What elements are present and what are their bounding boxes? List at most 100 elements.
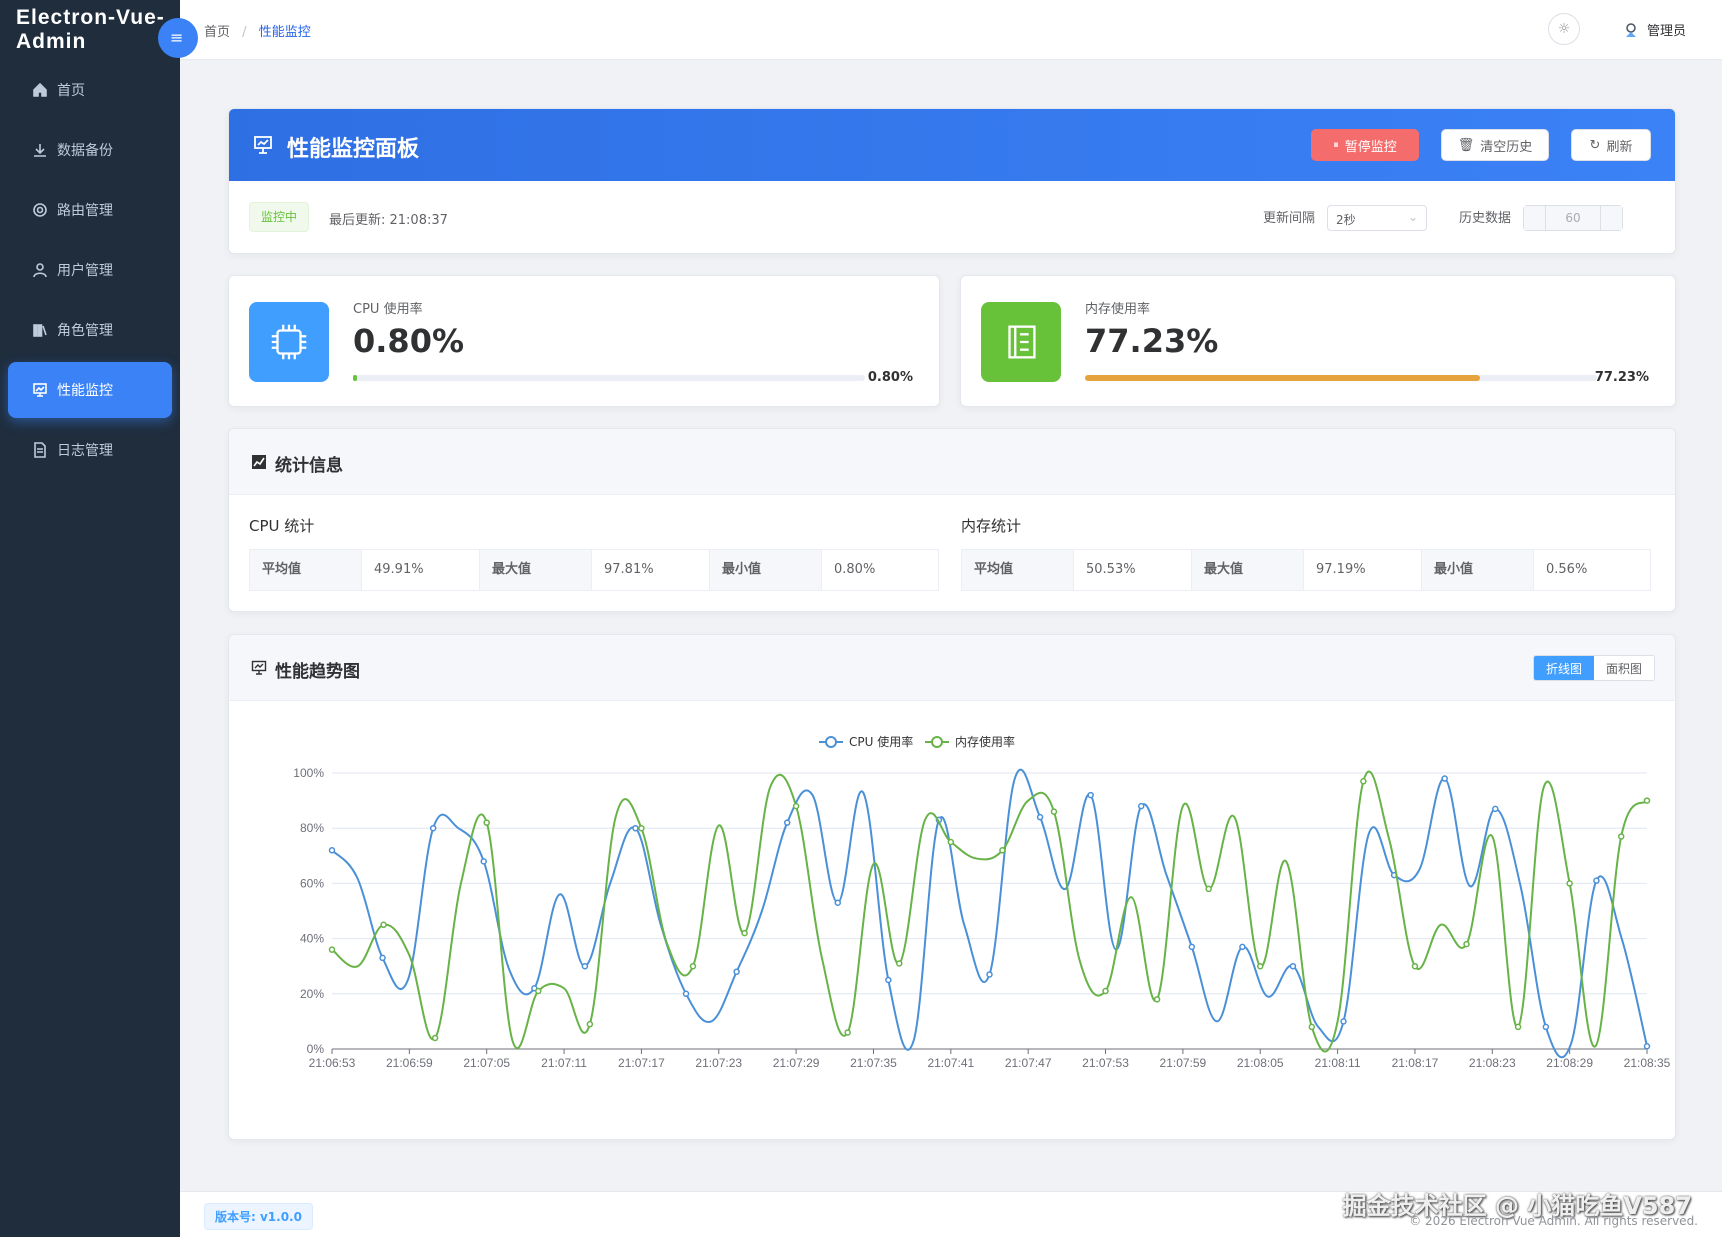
data-point bbox=[986, 971, 993, 978]
data-point bbox=[844, 1029, 851, 1036]
data-point bbox=[1188, 943, 1196, 951]
last-update-text: 最后更新: 21:08:37 bbox=[329, 213, 448, 228]
breadcrumb-home[interactable]: 首页 bbox=[204, 25, 230, 40]
memory-value: 77.23% bbox=[1085, 322, 1219, 360]
memory-progress-fill bbox=[1085, 375, 1481, 381]
memory-max-value: 97.19% bbox=[1304, 550, 1422, 590]
data-point bbox=[783, 819, 791, 826]
cpu-max-label: 最大值 bbox=[480, 550, 592, 590]
data-point bbox=[431, 1034, 439, 1042]
menu-fold-icon[interactable]: ≡ bbox=[158, 18, 198, 58]
memory-icon bbox=[981, 302, 1061, 382]
user-menu[interactable]: 管理员 bbox=[1623, 20, 1686, 39]
refresh-label: 刷新 bbox=[1606, 139, 1633, 155]
data-point bbox=[1050, 808, 1058, 815]
trend-card: 性能趋势图 折线图 面积图 0% 20% 40% 60% 80% 100% 21:06:53… bbox=[228, 634, 1676, 1140]
top-header: 首页 / 性能监控 ☼ 管理员 bbox=[180, 0, 1722, 60]
data-point bbox=[1514, 1023, 1522, 1031]
memory-label: 内存使用率 bbox=[1085, 302, 1151, 317]
status-badge: 监控中 bbox=[249, 202, 309, 232]
x-tick-label: 21:06:53 bbox=[309, 1056, 356, 1070]
sidebar-item-logs[interactable]: 日志管理 bbox=[8, 422, 172, 478]
sidebar-item-label: 首页 bbox=[57, 83, 85, 99]
sidebar-item-home[interactable]: 首页 bbox=[8, 62, 172, 118]
monitor-icon bbox=[251, 660, 267, 675]
sun-icon[interactable]: ☼ bbox=[1548, 13, 1580, 45]
data-point bbox=[999, 847, 1006, 854]
data-point bbox=[741, 929, 748, 937]
data-point bbox=[1492, 805, 1499, 813]
y-tick-label: 20% bbox=[300, 987, 324, 1001]
cpu-progress-text: 0.80% bbox=[867, 370, 913, 385]
cpu-metric-card: CPU 使用率 0.80% 0.80% bbox=[228, 275, 940, 407]
sidebar-item-routes[interactable]: 路由管理 bbox=[8, 182, 172, 238]
sidebar-item-users[interactable]: 用户管理 bbox=[8, 242, 172, 298]
legend-label: CPU 使用率 bbox=[849, 734, 913, 749]
data-point bbox=[1643, 1042, 1651, 1050]
memory-metric-card: 内存使用率 77.23% 77.23% bbox=[960, 275, 1676, 407]
data-point bbox=[1566, 880, 1573, 887]
clear-history-button[interactable]: 🗑 清空历史 bbox=[1441, 129, 1549, 161]
data-point bbox=[1308, 1023, 1316, 1031]
data-point bbox=[1463, 940, 1470, 948]
data-point bbox=[682, 990, 690, 998]
cpu-max-value: 97.81% bbox=[592, 550, 710, 590]
refresh-icon: ↻ bbox=[1589, 137, 1601, 153]
interval-select[interactable]: 2秒 ⌄ bbox=[1327, 205, 1427, 231]
data-point bbox=[885, 976, 892, 984]
breadcrumb: 首页 / 性能监控 bbox=[204, 21, 311, 40]
history-label: 历史数据 bbox=[1458, 211, 1511, 226]
data-point bbox=[429, 824, 437, 832]
area-chart-button[interactable]: 面积图 bbox=[1593, 656, 1654, 680]
data-point bbox=[1153, 996, 1161, 1003]
sidebar-item-roles[interactable]: 角色管理 bbox=[8, 302, 172, 358]
data-point bbox=[1289, 962, 1297, 970]
data-point bbox=[581, 962, 589, 970]
data-point bbox=[1239, 943, 1246, 951]
memory-progress-bar bbox=[1085, 375, 1597, 381]
x-tick-label: 21:07:41 bbox=[927, 1056, 974, 1070]
data-point bbox=[1340, 1018, 1347, 1025]
x-tick-label: 21:07:11 bbox=[541, 1056, 587, 1070]
page-title: 性能监控面板 bbox=[287, 137, 420, 162]
data-point bbox=[1087, 791, 1094, 799]
data-point bbox=[1205, 885, 1212, 893]
sidebar-item-label: 用户管理 bbox=[57, 263, 113, 279]
line-chart-button[interactable]: 折线图 bbox=[1533, 656, 1594, 680]
data-point bbox=[1102, 987, 1109, 995]
cpu-stats-title: CPU 统计 bbox=[249, 517, 315, 535]
sidebar-item-label: 路由管理 bbox=[57, 203, 113, 219]
data-point bbox=[1441, 775, 1448, 782]
increment-button[interactable] bbox=[1600, 206, 1622, 230]
clear-label: 清空历史 bbox=[1480, 139, 1533, 155]
copyright-text: © 2026 Electron Vue Admin. All rights re… bbox=[1409, 1214, 1698, 1228]
cpu-min-value: 0.80% bbox=[834, 562, 876, 577]
history-stepper[interactable]: 60 bbox=[1523, 205, 1623, 231]
monitor-icon bbox=[33, 383, 47, 397]
x-tick-label: 21:07:29 bbox=[773, 1056, 820, 1070]
y-tick-label: 0% bbox=[307, 1042, 325, 1056]
trash-icon: 🗑 bbox=[1457, 137, 1475, 153]
history-value: 60 bbox=[1565, 211, 1581, 225]
x-tick-label: 21:08:35 bbox=[1624, 1056, 1671, 1070]
sidebar-item-monitor[interactable]: 性能监控 bbox=[8, 362, 172, 418]
decrement-button[interactable] bbox=[1524, 206, 1546, 230]
version-badge: 版本号: v1.0.0 bbox=[204, 1203, 313, 1230]
sidebar-item-label: 性能监控 bbox=[57, 383, 113, 399]
pause-monitor-button[interactable]: ⏸ 暂停监控 bbox=[1311, 129, 1419, 161]
breadcrumb-current: 性能监控 bbox=[258, 25, 311, 40]
memory-stats-title: 内存统计 bbox=[961, 517, 1022, 535]
data-point bbox=[733, 968, 740, 975]
memory-stats-table: 平均值 50.53% 最大值 97.19% 最小值 0.56% bbox=[961, 549, 1651, 591]
chart-type-toggle: 折线图 面积图 bbox=[1532, 655, 1655, 681]
data-point bbox=[689, 962, 697, 970]
sidebar-item-backup[interactable]: 数据备份 bbox=[8, 122, 172, 178]
stats-title: 统计信息 bbox=[275, 456, 343, 476]
panel-banner: 性能监控面板 ⏸ 暂停监控 🗑 清空历史 ↻ 刷新 bbox=[229, 109, 1675, 181]
refresh-button[interactable]: ↻ 刷新 bbox=[1571, 129, 1651, 161]
pause-icon: ⏸ bbox=[1333, 138, 1339, 151]
x-tick-label: 21:07:53 bbox=[1082, 1056, 1129, 1070]
memory-avg-value: 50.53% bbox=[1074, 550, 1192, 590]
data-point bbox=[1036, 813, 1044, 821]
memory-progress-text: 77.23% bbox=[1594, 370, 1649, 385]
